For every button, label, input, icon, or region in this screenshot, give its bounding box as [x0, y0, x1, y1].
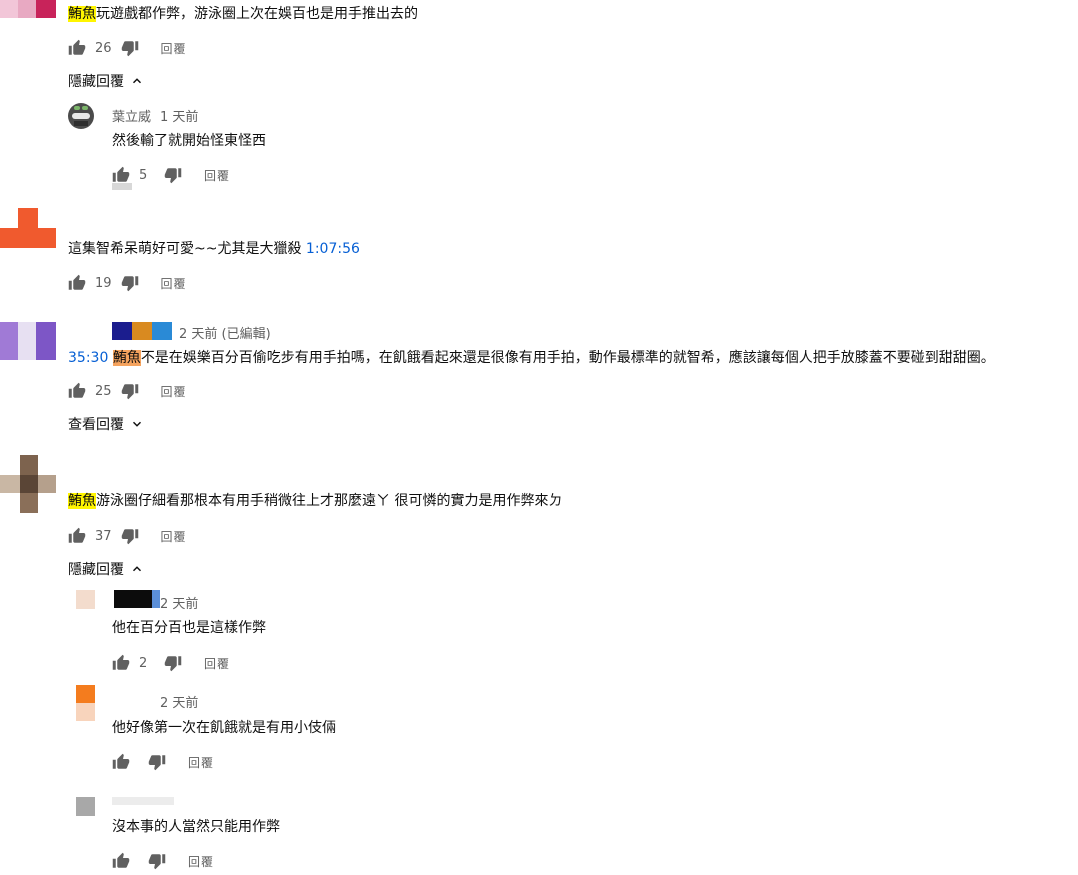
- comment-actions: 19 回覆: [68, 273, 187, 293]
- comment-time[interactable]: 2 天前: [160, 692, 198, 711]
- reply-actions: 5 回覆: [112, 165, 230, 185]
- thumb-up-icon[interactable]: [112, 654, 130, 672]
- author-name-redacted: [114, 590, 160, 608]
- reply-button[interactable]: 回覆: [161, 383, 187, 400]
- reply-text: 沒本事的人當然只能用作弊: [112, 819, 280, 835]
- like-count: 37: [95, 528, 112, 544]
- highlighted-tag: 鮪魚: [112, 350, 141, 366]
- avatar[interactable]: [68, 103, 94, 129]
- thumb-down-icon[interactable]: [164, 654, 182, 672]
- avatar[interactable]: [0, 0, 56, 18]
- avatar[interactable]: [76, 590, 95, 609]
- thumb-down-icon[interactable]: [121, 382, 139, 400]
- highlighted-tag: 鮪魚: [68, 6, 96, 22]
- chevron-up-icon: [132, 566, 142, 572]
- reply-button[interactable]: 回覆: [161, 40, 187, 57]
- thumb-up-icon[interactable]: [68, 39, 86, 57]
- chevron-up-icon: [132, 78, 142, 84]
- thumb-up-icon[interactable]: [112, 753, 130, 771]
- comment-time[interactable]: 2 天前 (已編輯): [179, 323, 271, 342]
- like-count: 25: [95, 383, 112, 399]
- reply-button[interactable]: 回覆: [188, 853, 214, 870]
- timestamp-link[interactable]: 1:07:56: [306, 241, 360, 257]
- comment-text: 35:30 鮪魚不是在娛樂百分百偷吃步有用手拍嗎，在飢餓看起來還是很像有用手拍，…: [68, 350, 995, 366]
- comment-time[interactable]: 1 天前: [160, 106, 198, 125]
- avatar[interactable]: [0, 455, 56, 513]
- avatar[interactable]: [76, 797, 95, 816]
- reply-button[interactable]: 回覆: [204, 655, 230, 672]
- thumb-up-icon[interactable]: [68, 527, 86, 545]
- reply-text: 然後輸了就開始怪東怪西: [112, 133, 266, 149]
- comment-actions: 26 回覆: [68, 38, 187, 58]
- reply-button[interactable]: 回覆: [204, 167, 230, 184]
- timestamp-link[interactable]: 35:30: [68, 350, 108, 366]
- thumb-down-icon[interactable]: [121, 527, 139, 545]
- view-replies-button[interactable]: 查看回覆: [68, 414, 144, 434]
- avatar[interactable]: [0, 322, 56, 360]
- comment-time[interactable]: 2 天前: [160, 593, 198, 612]
- author-name-redacted: [112, 797, 174, 805]
- highlighted-tag: 鮪魚: [68, 493, 96, 509]
- reply-actions: 2 回覆: [112, 653, 230, 673]
- thumb-down-icon[interactable]: [148, 753, 166, 771]
- author-name-redacted: [112, 322, 172, 340]
- comment-actions: 25 回覆: [68, 381, 187, 401]
- reply-button[interactable]: 回覆: [161, 528, 187, 545]
- hide-replies-button[interactable]: 隱藏回覆: [68, 71, 144, 91]
- thumb-up-icon[interactable]: [68, 382, 86, 400]
- like-count: 2: [139, 655, 148, 671]
- avatar[interactable]: [0, 208, 56, 248]
- reply-text: 他好像第一次在飢餓就是有用小伎倆: [112, 720, 336, 736]
- like-count: 19: [95, 275, 112, 291]
- redaction-smudge: [112, 183, 132, 190]
- reply-button[interactable]: 回覆: [161, 275, 187, 292]
- thumb-up-icon[interactable]: [112, 852, 130, 870]
- reply-actions: 回覆: [112, 851, 214, 871]
- comment-text: 鮪魚玩遊戲都作弊，游泳圈上次在娛百也是用手推出去的: [68, 6, 418, 22]
- reply-text: 他在百分百也是這樣作弊: [112, 620, 266, 636]
- thumb-up-icon[interactable]: [112, 166, 130, 184]
- author-name[interactable]: 葉立威: [112, 106, 151, 125]
- reply-actions: 回覆: [112, 752, 214, 772]
- reply-button[interactable]: 回覆: [188, 754, 214, 771]
- thumb-down-icon[interactable]: [121, 39, 139, 57]
- chevron-down-icon: [132, 421, 142, 427]
- hide-replies-button[interactable]: 隱藏回覆: [68, 559, 144, 579]
- avatar[interactable]: [76, 685, 95, 721]
- like-count: 26: [95, 40, 112, 56]
- thumb-down-icon[interactable]: [164, 166, 182, 184]
- like-count: 5: [139, 167, 148, 183]
- thumb-up-icon[interactable]: [68, 274, 86, 292]
- thumb-down-icon[interactable]: [148, 852, 166, 870]
- comment-text: 這集智希呆萌好可愛~~尤其是大獵殺 1:07:56: [68, 241, 360, 257]
- comment-actions: 37 回覆: [68, 526, 187, 546]
- thumb-down-icon[interactable]: [121, 274, 139, 292]
- comment-text: 鮪魚游泳圈仔細看那根本有用手稍微往上才那麼遠ㄚ 很可憐的實力是用作弊來ㄉ: [68, 493, 563, 509]
